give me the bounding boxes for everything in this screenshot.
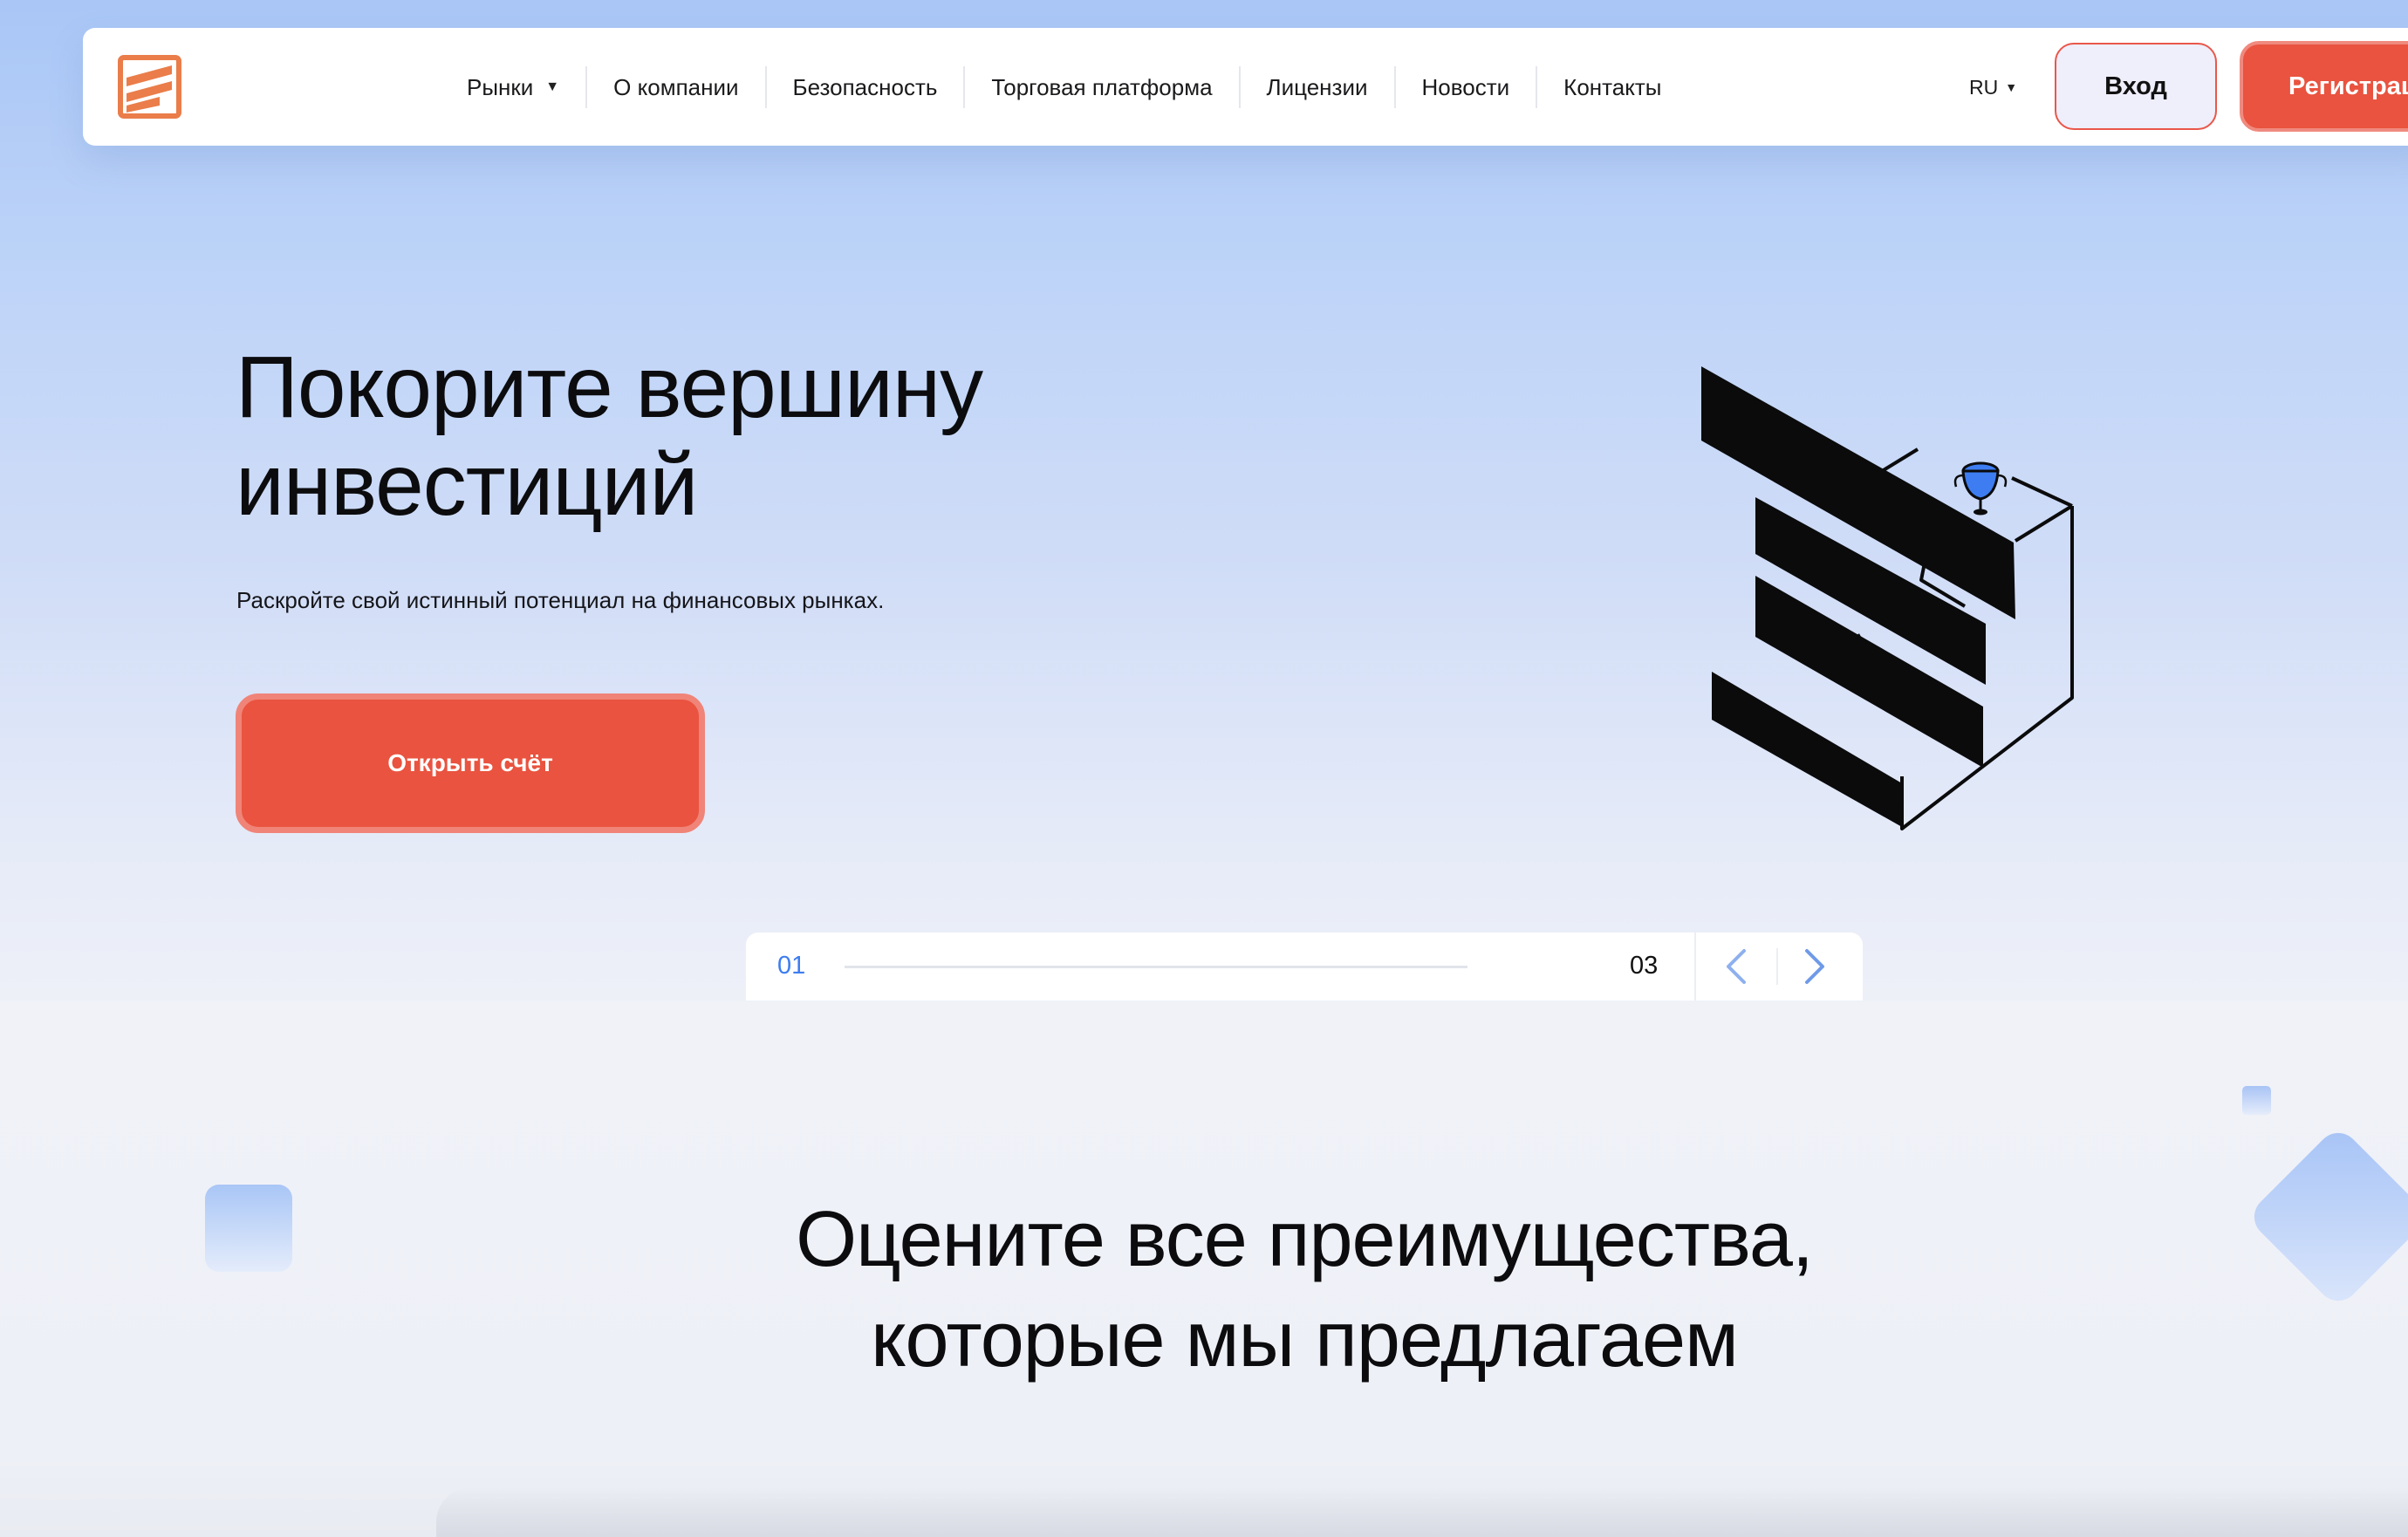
nav-item-label: Контакты (1563, 73, 1662, 100)
top-navbar: Рынки ▼ О компании Безопасность Торговая… (83, 28, 2408, 146)
open-account-button[interactable]: Открыть счёт (236, 693, 705, 833)
chevron-left-icon[interactable] (1721, 946, 1753, 987)
caret-down-icon: ▼ (545, 79, 560, 94)
language-label: RU (1969, 75, 1999, 99)
login-button[interactable]: Вход (2055, 43, 2217, 130)
slider-divider (1694, 932, 1696, 1001)
brand-logo-icon[interactable] (118, 55, 181, 119)
register-label: Регистрация (2288, 72, 2408, 100)
next-section-edge (436, 1487, 2408, 1537)
slide-total-number: 03 (1630, 952, 1659, 980)
benefits-title: Оцените все преимущества, которые мы пре… (796, 1196, 1814, 1383)
nav-item-contacts[interactable]: Контакты (1536, 66, 1687, 108)
nav-item-markets[interactable]: Рынки ▼ (467, 66, 585, 108)
stairs-trophy-illustration (1701, 366, 2074, 830)
hero-subtitle: Раскройте свой истинный потенциал на фин… (236, 587, 885, 613)
nav-item-about[interactable]: О компании (585, 66, 764, 108)
hero-title: Покорите вершину инвестиций (236, 338, 983, 534)
nav-item-label: Новости (1421, 73, 1510, 100)
open-account-label: Открыть счёт (387, 749, 553, 776)
slide-progress-track (845, 966, 1467, 968)
login-label: Вход (2104, 72, 2167, 100)
nav-item-licenses[interactable]: Лицензии (1238, 66, 1394, 108)
nav-item-label: Рынки (467, 73, 534, 100)
nav-item-label: О компании (613, 73, 739, 100)
nav-item-label: Безопасность (792, 73, 938, 100)
nav-item-label: Лицензии (1266, 73, 1368, 100)
trophy-icon (1953, 461, 2008, 516)
nav-item-platform[interactable]: Торговая платформа (963, 66, 1238, 108)
decorative-square (2242, 1086, 2271, 1115)
slide-current-number: 01 (777, 952, 806, 980)
decorative-square (205, 1185, 292, 1272)
caret-down-icon: ▼ (2005, 80, 2018, 94)
hero-slider-control: 01 03 (746, 932, 1863, 1001)
register-button[interactable]: Регистрация (2240, 41, 2408, 132)
language-selector[interactable]: RU ▼ (1969, 72, 2017, 103)
chevron-right-icon[interactable] (1798, 946, 1830, 987)
nav-item-label: Торговая платформа (991, 73, 1213, 100)
main-menu: Рынки ▼ О компании Безопасность Торговая… (467, 61, 1687, 113)
nav-item-news[interactable]: Новости (1393, 66, 1536, 108)
nav-item-security[interactable]: Безопасность (764, 66, 964, 108)
slider-divider (1776, 948, 1778, 985)
